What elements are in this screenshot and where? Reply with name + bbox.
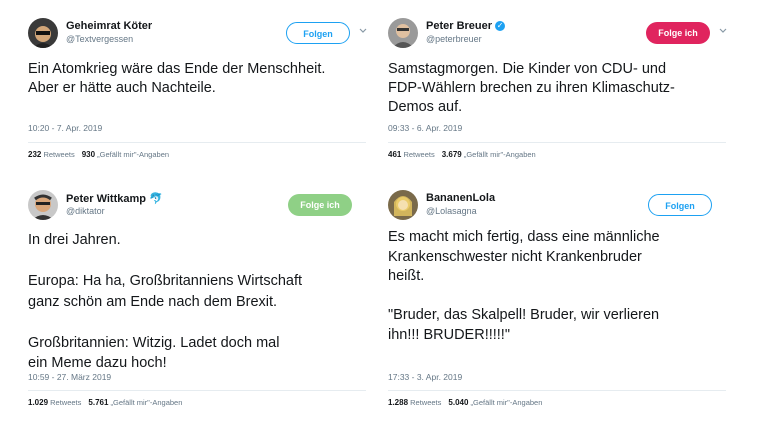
like-count[interactable]: 5.761 [88,398,108,407]
avatar[interactable] [28,18,58,48]
retweets-label: Retweets [50,398,82,407]
divider [28,142,366,143]
tweet-card: Peter Wittkamp 🐬 @diktator Folge ich In d… [28,184,368,420]
display-name-text: Peter Breuer [426,20,493,32]
tweet-timestamp[interactable]: 10:20 - 7. Apr. 2019 [28,123,102,133]
tweet-card: Geheimrat Köter @Textvergessen Folgen Ei… [28,12,368,170]
tweet-text: Es macht mich fertig, dass eine männlich… [388,229,660,343]
tweet-timestamp[interactable]: 09:33 - 6. Apr. 2019 [388,123,462,133]
tweet-stats: 232 Retweets 930 „Gefällt mir"-Angaben [28,150,169,159]
tweet-card: Peter Breuer ✓ @peterbreuer Folge ich Sam… [388,12,728,170]
likes-label: „Gefällt mir"-Angaben [470,398,543,407]
retweet-count[interactable]: 1.288 [388,398,408,407]
likes-label: „Gefällt mir"-Angaben [110,398,183,407]
retweets-label: Retweets [403,150,435,159]
display-name-text: Peter Wittkamp [66,193,146,205]
user-handle[interactable]: @diktator [66,206,105,216]
display-name[interactable]: Geheimrat Köter [66,20,152,32]
display-name[interactable]: Peter Wittkamp 🐬 [66,192,163,205]
avatar[interactable] [388,18,418,48]
chevron-down-icon[interactable] [718,26,728,36]
tweet-text: Ein Atomkrieg wäre das Ende der Menschhe… [28,61,326,96]
avatar[interactable] [28,190,58,220]
tweet-stats: 1.288 Retweets 5.040 „Gefällt mir"-Angabe… [388,398,542,407]
tweet-stats: 1.029 Retweets 5.761 „Gefällt mir"-Angabe… [28,398,182,407]
likes-label: „Gefällt mir"-Angaben [97,150,170,159]
likes-label: „Gefällt mir"-Angaben [463,150,536,159]
tweet-text: Samstagmorgen. Die Kinder von CDU- und F… [388,61,675,115]
user-handle[interactable]: @peterbreuer [426,34,482,44]
follow-button[interactable]: Folgen [648,194,712,216]
retweets-label: Retweets [43,150,75,159]
divider [388,390,726,391]
chevron-down-icon[interactable] [358,26,368,36]
following-button[interactable]: Folge ich [288,194,352,216]
retweets-label: Retweets [410,398,442,407]
following-button[interactable]: Folge ich [646,22,710,44]
retweet-count[interactable]: 461 [388,150,401,159]
retweet-count[interactable]: 1.029 [28,398,48,407]
divider [28,390,366,391]
user-handle[interactable]: @Textvergessen [66,34,133,44]
display-name[interactable]: BananenLola [426,192,495,204]
tweet-timestamp[interactable]: 10:59 - 27. März 2019 [28,372,111,382]
display-name[interactable]: Peter Breuer ✓ [426,20,506,32]
like-count[interactable]: 3.679 [442,150,462,159]
like-count[interactable]: 5.040 [448,398,468,407]
retweet-count[interactable]: 232 [28,150,41,159]
like-count[interactable]: 930 [82,150,95,159]
verified-icon: ✓ [495,21,506,31]
tweet-stats: 461 Retweets 3.679 „Gefällt mir"-Angaben [388,150,536,159]
follow-button[interactable]: Folgen [286,22,350,44]
user-handle[interactable]: @Lolasagna [426,206,477,216]
tweet-card: BananenLola @Lolasagna Folgen Es macht m… [388,184,728,420]
divider [388,142,726,143]
avatar[interactable] [388,190,418,220]
tweet-text: In drei Jahren. Europa: Ha ha, Großbrita… [28,232,303,371]
dolphin-icon: 🐬 [148,193,163,205]
tweet-timestamp[interactable]: 17:33 - 3. Apr. 2019 [388,372,462,382]
